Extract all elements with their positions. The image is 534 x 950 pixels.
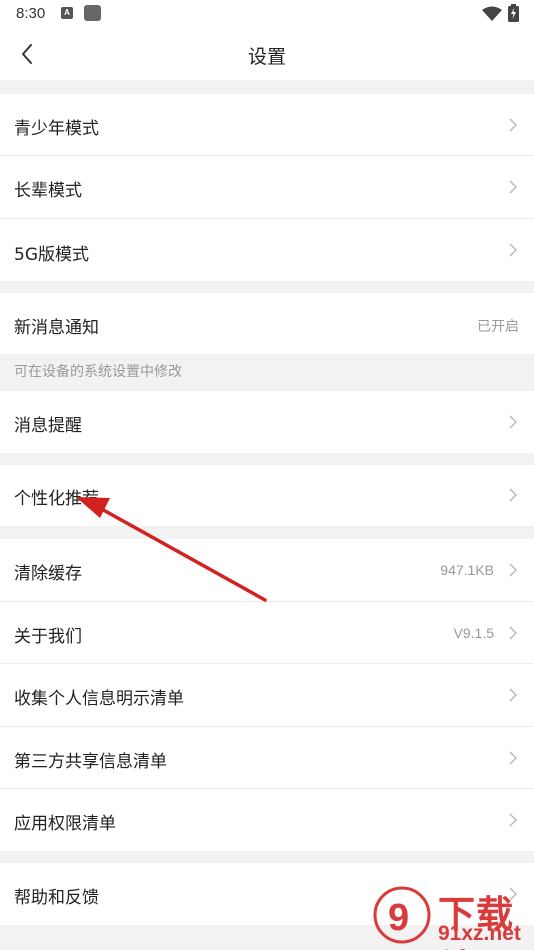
chevron-right-icon — [509, 488, 518, 502]
settings-item-message-reminder[interactable]: 消息提醒 — [0, 391, 534, 453]
status-time: 8:30 — [16, 5, 46, 22]
settings-item-label: 青少年模式 — [14, 119, 99, 139]
chevron-right-icon — [509, 813, 518, 827]
settings-item-label: 长辈模式 — [14, 181, 82, 201]
version-value: V9.1.5 — [453, 625, 494, 641]
battery-icon — [508, 4, 519, 22]
settings-item-label: 清除缓存 — [14, 564, 82, 584]
settings-item-personal-info-list[interactable]: 收集个人信息明示清单 — [0, 664, 534, 727]
settings-item-label: 收集个人信息明示清单 — [14, 689, 184, 709]
watermark-logo-glyph: 9 — [388, 897, 409, 939]
settings-item-elder-mode[interactable]: 长辈模式 — [0, 156, 534, 219]
notification-square-icon — [84, 5, 101, 21]
cache-size-value: 947.1KB — [440, 562, 494, 578]
settings-item-label: 个性化推荐 — [14, 489, 99, 509]
settings-item-app-permissions-list[interactable]: 应用权限清单 — [0, 789, 534, 851]
chevron-right-icon — [509, 243, 518, 257]
settings-item-label: 应用权限清单 — [14, 814, 116, 834]
settings-item-new-message-notification[interactable]: 新消息通知 已开启 — [0, 293, 534, 354]
notification-hint-text: 可在设备的系统设置中修改 — [14, 364, 182, 380]
nav-bar: 设置 — [0, 28, 534, 80]
settings-item-personalized-recommendation[interactable]: 个性化推荐 — [0, 465, 534, 526]
settings-item-about-us[interactable]: 关于我们 V9.1.5 — [0, 602, 534, 664]
settings-item-label: 5G版模式 — [14, 245, 89, 265]
settings-item-label: 新消息通知 — [14, 318, 99, 338]
chevron-right-icon — [509, 688, 518, 702]
page-title: 设置 — [247, 46, 286, 68]
chevron-right-icon — [509, 118, 518, 132]
status-bar: 8:30 A — [0, 0, 534, 28]
settings-item-label: 第三方共享信息清单 — [14, 752, 167, 772]
notification-a-icon: A — [61, 7, 73, 19]
wifi-icon — [482, 6, 502, 21]
settings-item-teen-mode[interactable]: 青少年模式 — [0, 94, 534, 156]
settings-item-label: 帮助和反馈 — [14, 888, 99, 908]
watermark-url: 91xz.net — [438, 922, 521, 945]
chevron-right-icon — [509, 563, 518, 577]
settings-item-clear-cache[interactable]: 清除缓存 947.1KB — [0, 539, 534, 602]
settings-item-third-party-sharing-list[interactable]: 第三方共享信息清单 — [0, 727, 534, 789]
settings-item-label: 消息提醒 — [14, 416, 82, 436]
chevron-right-icon — [509, 626, 518, 640]
notification-status-value: 已开启 — [477, 319, 519, 335]
settings-item-5g-mode[interactable]: 5G版模式 — [0, 219, 534, 281]
settings-item-label: 关于我们 — [14, 627, 82, 647]
chevron-right-icon — [509, 180, 518, 194]
chevron-right-icon — [509, 751, 518, 765]
chevron-right-icon — [509, 415, 518, 429]
